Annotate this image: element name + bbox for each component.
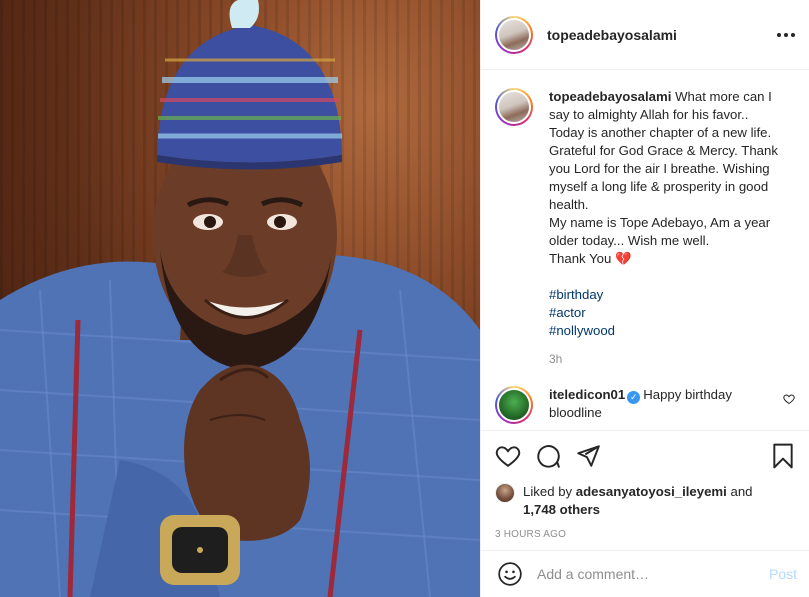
liker-avatar[interactable]: [495, 483, 515, 503]
caption-line: What more can I: [675, 89, 772, 104]
comment-icon[interactable]: [535, 443, 561, 469]
header-username[interactable]: topeadebayosalami: [547, 27, 775, 43]
caption-line: say to almighty Allah for his favor..: [549, 107, 749, 122]
commenter-avatar[interactable]: [495, 386, 533, 424]
caption-line: you Lord for the air I breathe. Wishing: [549, 161, 770, 176]
comment-input[interactable]: [537, 566, 769, 582]
more-icon[interactable]: [775, 27, 797, 43]
bookmark-icon[interactable]: [771, 443, 795, 469]
caption-line: myself a long life & prosperity in good: [549, 179, 769, 194]
hashtag-link[interactable]: #birthday: [549, 286, 778, 304]
comment-text-continued: bloodline: [549, 405, 602, 420]
post-comment-button[interactable]: Post: [769, 566, 797, 582]
post-timestamp[interactable]: 3 HOURS AGO: [495, 529, 795, 540]
liker-username[interactable]: adesanyatoyosi_ileyemi: [576, 484, 727, 499]
likes-summary: Liked by adesanyatoyosi_ileyemi and 1,74…: [495, 483, 795, 519]
add-comment-bar: Post: [481, 550, 809, 597]
heart-icon[interactable]: [495, 443, 521, 469]
hashtag-link[interactable]: #actor: [549, 304, 778, 322]
post-photo[interactable]: [0, 0, 480, 597]
comment-item: iteledicon01 ✓ Happy birthday bloodline: [495, 386, 795, 424]
likes-count-link[interactable]: 1,748 others: [523, 502, 600, 517]
caption: topeadebayosalami What more can I say to…: [495, 88, 795, 368]
caption-time[interactable]: 3h: [549, 350, 778, 368]
hashtag-link[interactable]: #nollywood: [549, 322, 778, 340]
hashtag-list: #birthday #actor #nollywood: [549, 286, 778, 340]
comments-section: topeadebayosalami What more can I say to…: [481, 70, 809, 430]
post-actions: Liked by adesanyatoyosi_ileyemi and 1,74…: [481, 430, 809, 540]
caption-line: Today is another chapter of a new life.: [549, 125, 772, 140]
comment-text: Happy birthday: [643, 387, 732, 402]
commenter-username[interactable]: iteledicon01: [549, 387, 625, 402]
likes-prefix: Liked by: [523, 484, 573, 499]
post-side-panel: topeadebayosalami topeadebayosalami What…: [480, 0, 809, 597]
emoji-icon[interactable]: [497, 561, 523, 587]
caption-line: older today... Wish me well.: [549, 233, 710, 248]
photo-portrait: [0, 0, 480, 597]
share-icon[interactable]: [575, 443, 601, 469]
caption-line: health.: [549, 197, 589, 212]
caption-line: My name is Tope Adebayo, Am a year: [549, 215, 771, 230]
caption-username[interactable]: topeadebayosalami: [549, 89, 671, 104]
post-header: topeadebayosalami: [481, 0, 809, 70]
verified-badge-icon: ✓: [627, 391, 641, 404]
likes-conjunction: and: [730, 484, 753, 499]
caption-line: Thank You 💔: [549, 251, 632, 266]
caption-avatar[interactable]: [495, 88, 533, 126]
comment-like-heart-icon[interactable]: [783, 392, 795, 408]
header-avatar[interactable]: [495, 15, 533, 54]
instagram-post: topeadebayosalami topeadebayosalami What…: [0, 0, 809, 597]
caption-line: Grateful for God Grace & Mercy. Thank: [549, 143, 778, 158]
